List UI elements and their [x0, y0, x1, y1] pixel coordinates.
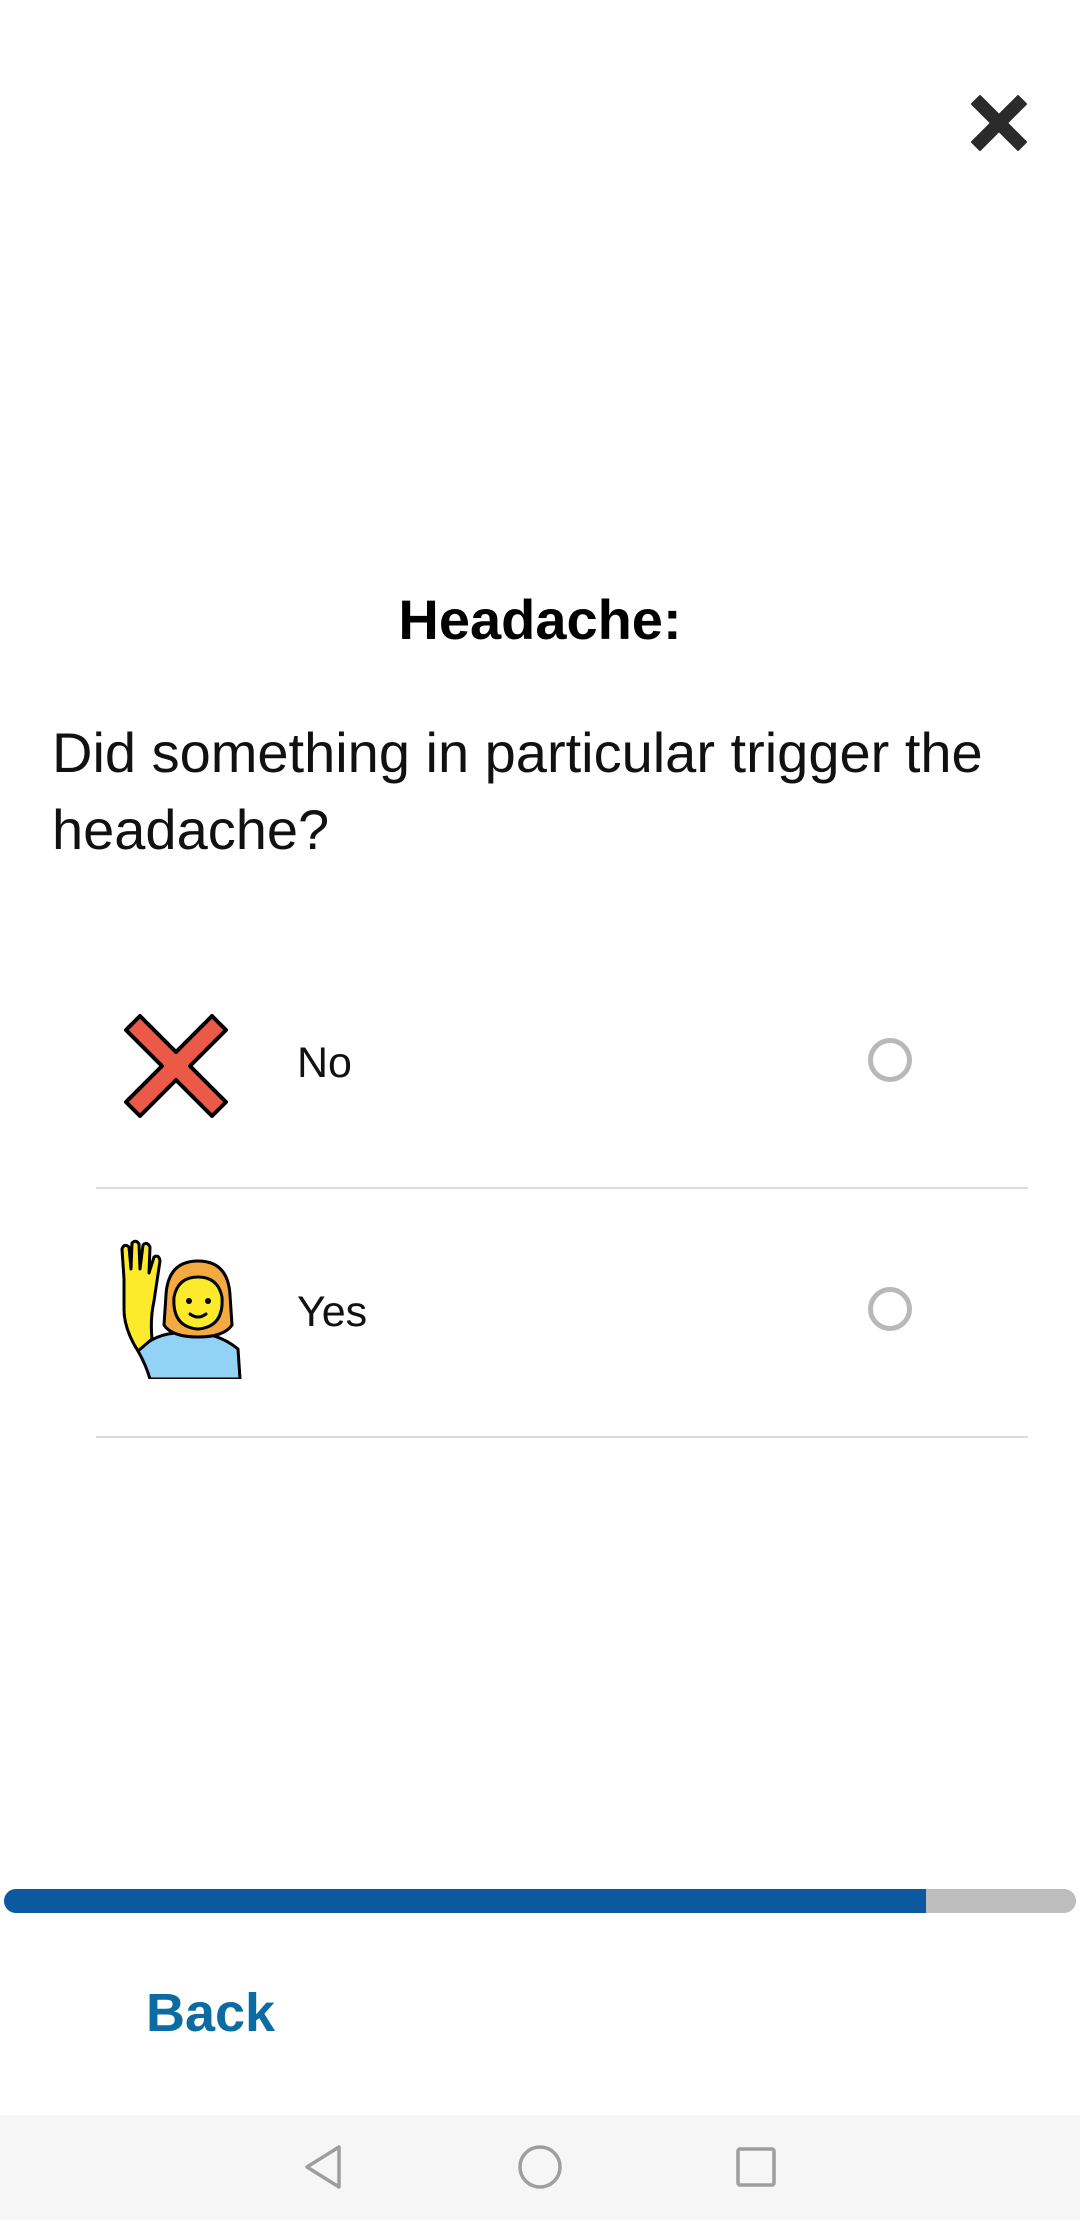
answer-options: No Yes	[96, 940, 1028, 1438]
option-yes-label: Yes	[297, 1288, 368, 1336]
home-circle-icon[interactable]	[510, 2137, 570, 2197]
page-title: Headache:	[398, 588, 682, 651]
red-cross-icon	[124, 1014, 228, 1118]
option-no-label: No	[297, 1039, 352, 1087]
progress-fill	[4, 1889, 926, 1913]
option-yes-radio[interactable]	[868, 1287, 912, 1331]
option-no[interactable]: No	[96, 940, 1028, 1189]
back-triangle-icon[interactable]	[293, 2137, 353, 2197]
close-icon[interactable]	[966, 90, 1032, 156]
system-navigation-bar	[0, 2115, 1080, 2220]
progress-bar	[4, 1889, 1076, 1913]
option-no-radio[interactable]	[868, 1038, 912, 1082]
person-raising-hand-icon	[120, 1239, 242, 1379]
option-yes[interactable]: Yes	[96, 1189, 1028, 1438]
back-button[interactable]: Back	[146, 1978, 275, 2048]
question-text: Did something in particular trigger the …	[52, 721, 983, 861]
recents-square-icon[interactable]	[726, 2137, 786, 2197]
